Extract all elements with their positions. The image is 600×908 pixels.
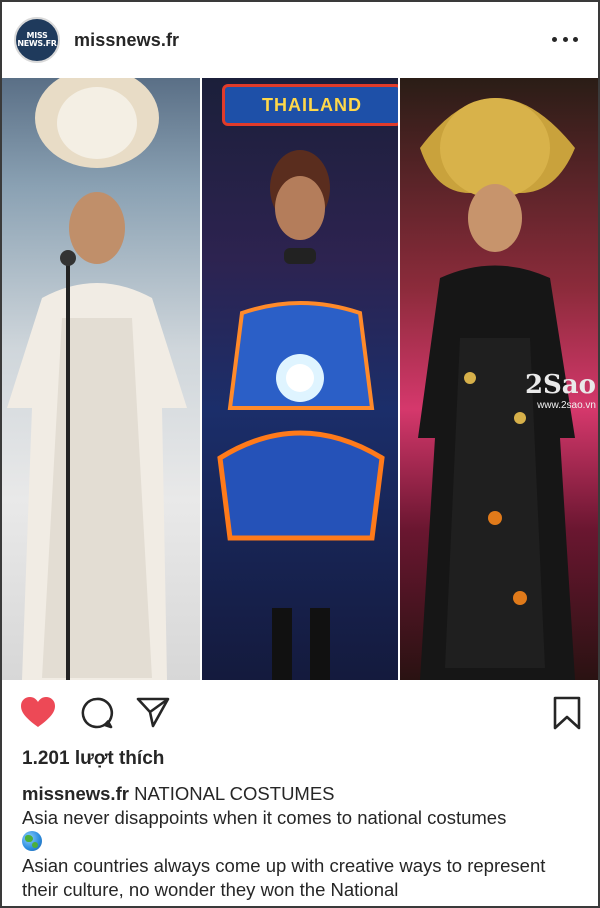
avatar[interactable]: MISS NEWS.FR [14,17,60,63]
bookmark-icon [553,696,581,730]
caption-heading: missnews.fr NATIONAL COSTUMES [22,782,584,806]
heart-filled-icon [21,697,55,727]
watermark-url: www.2sao.vn [537,400,596,411]
contestant-tuktuk-costume-figure [217,150,385,680]
photo-panel-left [2,78,200,680]
comment-icon [81,697,114,729]
caption-line-2: Asian countries always come up with crea… [22,855,546,900]
caption-line-1: Asia never disappoints when it comes to … [22,807,507,828]
watermark: 2Sao www.2sao.vn [525,370,596,411]
photo-panel-right: 2Sao www.2sao.vn [400,78,598,680]
avatar-text-line2: NEWS.FR [17,39,57,48]
save-button[interactable] [552,696,582,735]
post-photo[interactable]: THAILAND 2Sao www.2sao.vn [2,78,598,680]
instagram-post: MISS NEWS.FR missnews.fr THAILAND 2Sao w… [0,0,600,908]
photo-panel-middle: THAILAND [200,78,400,680]
caption-username[interactable]: missnews.fr [22,783,129,804]
post-username[interactable]: missnews.fr [74,30,179,51]
globe-icon [22,831,42,851]
post-actions [2,680,598,746]
like-button[interactable] [20,696,56,733]
comment-button[interactable] [80,696,114,735]
caption-title: NATIONAL COSTUMES [134,783,335,804]
likes-count[interactable]: 1.201 lượt thích [22,748,164,770]
watermark-logo: 2Sao [524,370,596,400]
more-options-icon[interactable] [552,30,578,48]
post-header: MISS NEWS.FR missnews.fr [2,2,598,78]
caption-emoji-row [22,830,584,854]
send-icon [136,697,170,728]
contestant-white-dress-figure [7,78,187,680]
post-caption: missnews.fr NATIONAL COSTUMES Asia never… [22,782,584,902]
share-button[interactable] [136,696,170,733]
